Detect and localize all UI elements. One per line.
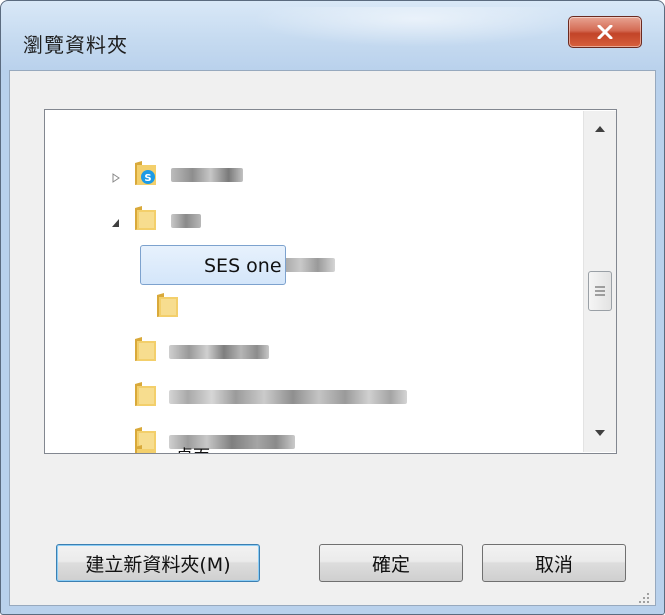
folder-icon — [135, 206, 156, 230]
arrow-up-icon — [595, 126, 605, 132]
folder-icon — [135, 337, 156, 361]
close-button[interactable] — [568, 16, 642, 48]
browse-folder-dialog: 瀏覽資料夾 S SES one 建立新資料夾(M) 確定 取消 — [0, 0, 665, 615]
scroll-down-button[interactable] — [584, 417, 616, 449]
scroll-thumb[interactable] — [588, 271, 612, 311]
resize-grip-icon[interactable] — [633, 589, 651, 607]
vertical-scrollbar[interactable] — [583, 111, 616, 452]
svg-text:S: S — [144, 173, 151, 184]
folder-tree[interactable]: S SES one — [44, 109, 617, 454]
desktop-icon — [135, 445, 156, 453]
folder-label-ses-one: SES one — [204, 255, 282, 277]
arrow-down-icon — [595, 430, 605, 436]
blurred-folder-name — [171, 214, 201, 228]
folder-icon — [135, 382, 156, 406]
skype-folder-icon: S — [135, 161, 156, 185]
triangle-right-icon[interactable] — [111, 173, 121, 183]
title-bar-glass — [251, 7, 581, 47]
title-bar[interactable]: 瀏覽資料夾 — [1, 1, 664, 67]
blurred-folder-name — [171, 168, 243, 182]
blurred-folder-name — [169, 390, 407, 404]
dialog-title: 瀏覽資料夾 — [23, 33, 128, 57]
scroll-up-button[interactable] — [584, 113, 616, 145]
new-folder-button[interactable]: 建立新資料夾(M) — [56, 544, 260, 582]
folder-label-desktop: 桌面 — [176, 442, 210, 453]
close-icon — [597, 25, 613, 39]
grip-lines-icon — [595, 286, 605, 296]
cancel-button[interactable]: 取消 — [482, 544, 626, 582]
triangle-down-icon[interactable] — [111, 218, 121, 228]
ok-button[interactable]: 確定 — [319, 544, 463, 582]
folder-icon — [157, 293, 178, 317]
blurred-folder-name — [169, 345, 269, 359]
